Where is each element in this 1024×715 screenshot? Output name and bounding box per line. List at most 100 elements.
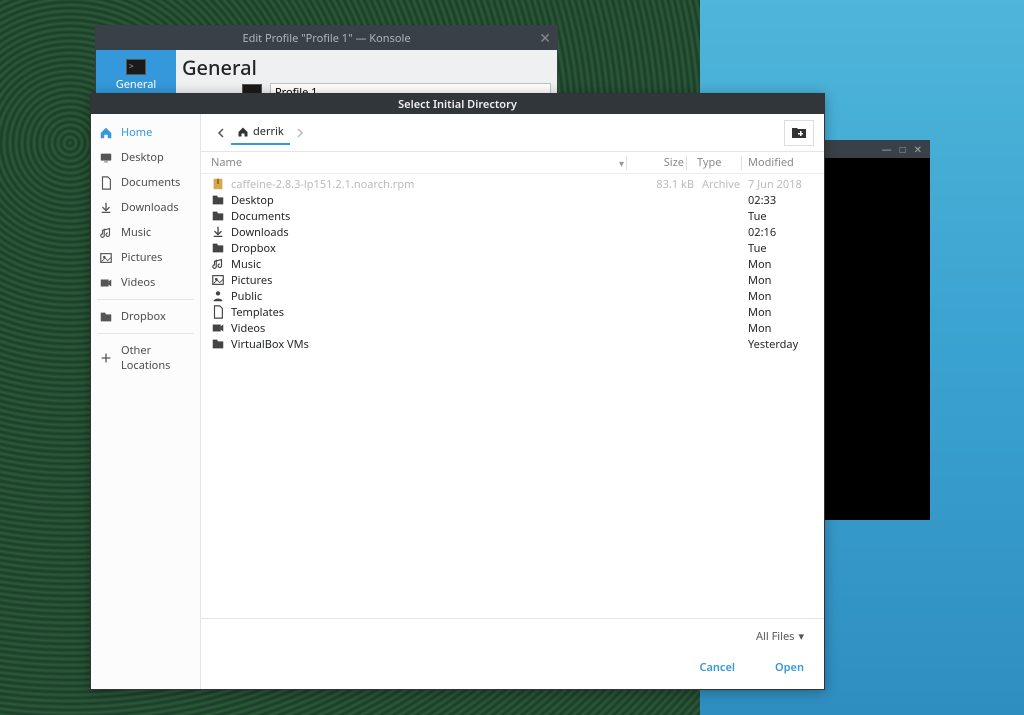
places-item-other-locations[interactable]: Other Locations: [91, 338, 200, 378]
open-button[interactable]: Open: [775, 660, 804, 675]
edit-profile-close-icon[interactable]: ✕: [539, 29, 551, 48]
file-row[interactable]: Dropbox Tue: [211, 240, 814, 256]
column-size[interactable]: Size: [629, 155, 684, 170]
dialog-footer: All Files ▾ Cancel Open: [201, 618, 824, 689]
file-modified: 02:33: [744, 193, 814, 208]
file-modified: Mon: [744, 321, 814, 336]
places-item-desktop[interactable]: Desktop: [91, 145, 200, 170]
file-row[interactable]: Music Mon: [211, 256, 814, 272]
file-row[interactable]: Public Mon: [211, 288, 814, 304]
file-list: caffeine-2.8.3-lp151.2.1.noarch.rpm 83.1 …: [201, 174, 824, 618]
file-modified: Yesterday: [744, 337, 814, 352]
edit-profile-window: Edit Profile "Profile 1" — Konsole ✕ Gen…: [95, 25, 558, 100]
file-modified: Tue: [744, 241, 814, 256]
file-name: Music: [231, 257, 261, 272]
breadcrumb-back-icon[interactable]: [211, 123, 231, 143]
edit-profile-titlebar: Edit Profile "Profile 1" — Konsole ✕: [96, 26, 557, 50]
picture-icon: [99, 251, 113, 265]
file-row[interactable]: VirtualBox VMs Yesterday: [211, 336, 814, 352]
file-dialog-titlebar: Select Initial Directory: [91, 94, 824, 114]
sort-indicator-icon: ▾: [619, 156, 624, 170]
file-modified: Mon: [744, 289, 814, 304]
breadcrumb-bar: derrik: [201, 114, 824, 152]
places-item-label: Home: [121, 125, 152, 140]
file-modified: 02:16: [744, 225, 814, 240]
plus-icon: [99, 351, 113, 365]
new-folder-button[interactable]: [784, 120, 814, 146]
public-icon: [211, 289, 225, 303]
file-name: Documents: [231, 209, 290, 224]
terminal-close-icon[interactable]: ✕: [914, 142, 922, 156]
file-size: 83.1 kB: [639, 177, 694, 192]
breadcrumb-segment-home[interactable]: derrik: [231, 120, 290, 145]
file-name: Pictures: [231, 273, 272, 288]
places-item-label: Desktop: [121, 150, 164, 165]
terminal-maximize-icon[interactable]: □: [900, 142, 906, 156]
desktop-icon: [99, 151, 113, 165]
file-modified: Mon: [744, 273, 814, 288]
file-modified: Mon: [744, 305, 814, 320]
archive-icon: [211, 177, 225, 191]
places-item-downloads[interactable]: Downloads: [91, 195, 200, 220]
places-item-home[interactable]: Home: [91, 120, 200, 145]
folder-icon: [211, 337, 225, 351]
file-name: Templates: [231, 305, 284, 320]
places-item-label: Videos: [121, 275, 155, 290]
places-sidebar: Home Desktop Documents Downloads Music Pictur…: [91, 114, 201, 689]
file-modified: Mon: [744, 257, 814, 272]
places-item-videos[interactable]: Videos: [91, 270, 200, 295]
home-icon: [237, 126, 249, 138]
places-item-dropbox[interactable]: Dropbox: [91, 304, 200, 329]
file-modified: 7 Jun 2018: [744, 177, 814, 192]
file-chooser-dialog: Select Initial Directory HomeDesktopDocu…: [90, 93, 825, 690]
column-name[interactable]: Name: [211, 155, 619, 170]
video-icon: [211, 321, 225, 335]
edit-profile-sidebar-label: General: [116, 77, 157, 92]
terminal-minimize-icon[interactable]: —: [882, 142, 892, 156]
file-name: Desktop: [231, 193, 274, 208]
column-modified[interactable]: Modified: [744, 155, 814, 170]
places-item-documents[interactable]: Documents: [91, 170, 200, 195]
file-name: caffeine-2.8.3-lp151.2.1.noarch.rpm: [231, 177, 414, 192]
download-icon: [99, 201, 113, 215]
file-dialog-title: Select Initial Directory: [398, 97, 517, 112]
file-row[interactable]: Templates Mon: [211, 304, 814, 320]
file-row[interactable]: Pictures Mon: [211, 272, 814, 288]
chevron-down-icon: ▾: [798, 629, 804, 644]
column-type[interactable]: Type: [689, 155, 739, 170]
places-item-pictures[interactable]: Pictures: [91, 245, 200, 270]
cancel-button[interactable]: Cancel: [699, 660, 735, 675]
file-type: Archive: [694, 177, 744, 192]
places-item-label: Music: [121, 225, 151, 240]
video-icon: [99, 276, 113, 290]
home-icon: [99, 126, 113, 140]
places-item-label: Downloads: [121, 200, 179, 215]
file-name: Public: [231, 289, 262, 304]
file-filter-dropdown[interactable]: All Files ▾: [756, 629, 804, 644]
file-name: VirtualBox VMs: [231, 337, 309, 352]
folder-icon: [99, 310, 113, 324]
places-item-label: Dropbox: [121, 309, 166, 324]
file-row[interactable]: VideosMon: [211, 320, 814, 336]
document-icon: [211, 305, 225, 319]
file-name: Downloads: [231, 225, 289, 240]
folder-icon: [211, 241, 225, 255]
breadcrumb-forward-icon[interactable]: [290, 123, 310, 143]
new-folder-icon: [791, 126, 807, 140]
places-item-music[interactable]: Music: [91, 220, 200, 245]
folder-icon: [211, 209, 225, 223]
places-item-label: Documents: [121, 175, 180, 190]
file-list-header[interactable]: Name ▾ Size Type Modified: [201, 152, 824, 174]
edit-profile-heading: General: [182, 54, 551, 81]
document-icon: [99, 176, 113, 190]
file-row: caffeine-2.8.3-lp151.2.1.noarch.rpm 83.1 …: [211, 176, 814, 192]
terminal-titlebar: — □ ✕: [810, 140, 930, 158]
file-row[interactable]: Desktop 02:33: [211, 192, 814, 208]
file-name: Dropbox: [231, 241, 276, 256]
places-item-label: Pictures: [121, 250, 162, 265]
file-modified: Tue: [744, 209, 814, 224]
file-row[interactable]: Documents Tue: [211, 208, 814, 224]
file-row[interactable]: Downloads 02:16: [211, 224, 814, 240]
breadcrumb-label: derrik: [253, 124, 284, 139]
music-icon: [99, 226, 113, 240]
